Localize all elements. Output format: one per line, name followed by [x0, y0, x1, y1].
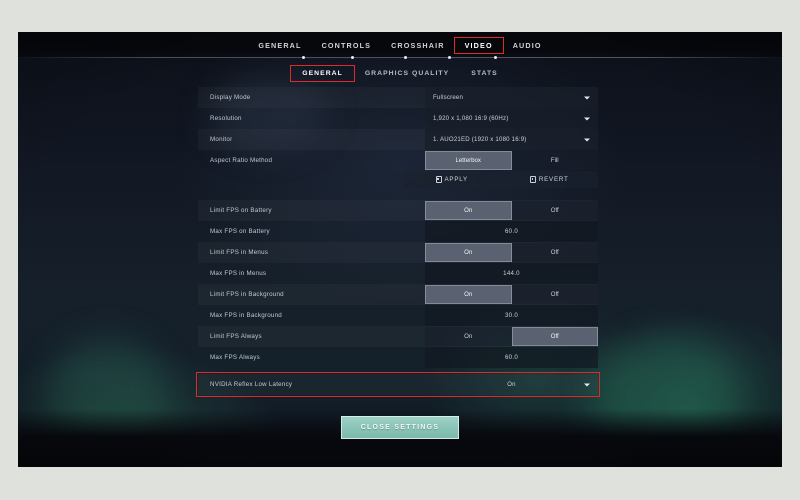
- aspect-ratio-method-label: Aspect Ratio Method: [210, 157, 273, 164]
- limit-fps-always-option-off[interactable]: Off: [511, 327, 598, 346]
- max-fps-always-value: 60.0: [504, 354, 519, 361]
- nav-tab-crosshair-label: CROSSHAIR: [391, 40, 445, 50]
- setting-row-aspect-ratio-method[interactable]: Aspect Ratio Method Letterbox Fill: [198, 150, 598, 171]
- close-settings-button[interactable]: CLOSE SETTINGS: [341, 416, 459, 439]
- sub-tab-general-label: GENERAL: [302, 69, 343, 77]
- max-fps-battery-label: Max FPS on Battery: [210, 228, 270, 235]
- setting-row-max-fps-menus[interactable]: Max FPS in Menus 144.0: [198, 263, 598, 284]
- max-fps-background-label: Max FPS in Background: [210, 312, 282, 319]
- chevron-down-icon: [584, 117, 590, 120]
- aspect-ratio-option-fill[interactable]: Fill: [511, 151, 598, 170]
- monitor-value: 1. AUO21ED (1920 x 1080 16:9): [433, 136, 527, 143]
- max-fps-menus-field[interactable]: 144.0: [425, 263, 598, 284]
- limit-fps-menus-option-off[interactable]: Off: [511, 243, 598, 262]
- limit-fps-menus-segmented: On Off: [425, 243, 598, 262]
- nvidia-reflex-dropdown[interactable]: On: [425, 374, 598, 395]
- max-fps-battery-field[interactable]: 60.0: [425, 221, 598, 242]
- setting-row-limit-fps-menus[interactable]: Limit FPS in Menus On Off: [198, 242, 598, 263]
- nav-dot-audio: [494, 55, 498, 59]
- setting-row-limit-fps-always[interactable]: Limit FPS Always On Off: [198, 326, 598, 347]
- limit-fps-battery-segmented: On Off: [425, 201, 598, 220]
- chevron-down-icon: [584, 383, 590, 386]
- limit-fps-menus-label: Limit FPS in Menus: [210, 249, 269, 256]
- sub-tab-graphics-quality-label: GRAPHICS QUALITY: [364, 69, 450, 77]
- monitor-label: Monitor: [210, 136, 233, 143]
- setting-row-display-mode[interactable]: Display Mode Fullscreen: [198, 87, 598, 108]
- display-mode-value: Fullscreen: [433, 94, 464, 101]
- max-fps-background-field[interactable]: 30.0: [425, 305, 598, 326]
- nav-tab-general-label: GENERAL: [258, 40, 302, 50]
- limit-fps-always-label: Limit FPS Always: [210, 333, 262, 340]
- close-settings-label: CLOSE SETTINGS: [360, 424, 440, 431]
- limit-fps-always-option-on[interactable]: On: [425, 327, 512, 346]
- setting-row-limit-fps-background[interactable]: Limit FPS in Background On Off: [198, 284, 598, 305]
- nav-dot-general: [302, 55, 306, 59]
- setting-row-monitor[interactable]: Monitor 1. AUO21ED (1920 x 1080 16:9): [198, 129, 598, 150]
- nav-tab-audio[interactable]: AUDIO: [503, 38, 552, 53]
- monitor-dropdown[interactable]: 1. AUO21ED (1920 x 1080 16:9): [425, 129, 598, 150]
- resolution-dropdown[interactable]: 1,920 x 1,080 16:9 (60Hz): [425, 108, 598, 129]
- aspect-ratio-method-segmented: Letterbox Fill: [425, 151, 598, 170]
- max-fps-menus-label: Max FPS in Menus: [210, 270, 267, 277]
- nav-tab-crosshair[interactable]: CROSSHAIR: [381, 38, 454, 53]
- limit-fps-background-segmented: On Off: [425, 285, 598, 304]
- sub-tab-general[interactable]: GENERAL: [290, 64, 355, 82]
- sub-tab-stats-label: STATS: [471, 69, 498, 77]
- limit-fps-battery-option-on[interactable]: On: [425, 201, 512, 220]
- sub-tab-graphics-quality[interactable]: GRAPHICS QUALITY: [354, 66, 460, 81]
- revert-button-label: REVERT: [538, 176, 569, 183]
- keycap-icon: [529, 176, 536, 183]
- max-fps-background-value: 30.0: [504, 312, 519, 319]
- sub-nav: GENERAL GRAPHICS QUALITY STATS: [18, 62, 782, 84]
- main-nav: GENERAL CONTROLS CROSSHAIR VIDEO AUDIO: [18, 32, 782, 58]
- max-fps-always-field[interactable]: 60.0: [425, 347, 598, 368]
- keycap-icon: [435, 176, 442, 183]
- setting-row-nvidia-reflex[interactable]: NVIDIA Reflex Low Latency On: [196, 372, 600, 397]
- setting-row-resolution[interactable]: Resolution 1,920 x 1,080 16:9 (60Hz): [198, 108, 598, 129]
- apply-button[interactable]: APPLY: [403, 171, 501, 188]
- limit-fps-background-option-off[interactable]: Off: [511, 285, 598, 304]
- apply-revert-row: APPLY REVERT: [403, 171, 598, 188]
- revert-button[interactable]: REVERT: [500, 171, 598, 188]
- nvidia-reflex-label: NVIDIA Reflex Low Latency: [210, 381, 293, 388]
- sub-tab-stats[interactable]: STATS: [460, 66, 509, 81]
- limit-fps-battery-label: Limit FPS on Battery: [210, 207, 272, 214]
- limit-fps-battery-option-off[interactable]: Off: [511, 201, 598, 220]
- resolution-label: Resolution: [210, 115, 242, 122]
- nav-tab-controls-label: CONTROLS: [321, 40, 372, 50]
- setting-row-max-fps-always[interactable]: Max FPS Always 60.0: [198, 347, 598, 368]
- aspect-ratio-option-letterbox[interactable]: Letterbox: [425, 151, 512, 170]
- nav-tab-video-label: VIDEO: [464, 40, 493, 50]
- nav-divider: [18, 57, 782, 58]
- display-mode-label: Display Mode: [210, 94, 251, 101]
- chevron-down-icon: [584, 96, 590, 99]
- limit-fps-menus-option-on[interactable]: On: [425, 243, 512, 262]
- nvidia-reflex-value: On: [507, 381, 516, 388]
- limit-fps-always-segmented: On Off: [425, 327, 598, 346]
- nav-dot-controls: [351, 55, 355, 59]
- display-mode-dropdown[interactable]: Fullscreen: [425, 87, 598, 108]
- settings-panel: Display Mode Fullscreen Resolution 1,920…: [196, 87, 600, 397]
- limit-fps-background-option-on[interactable]: On: [425, 285, 512, 304]
- nav-tab-video[interactable]: VIDEO: [453, 36, 504, 54]
- nav-dot-video: [448, 55, 452, 59]
- game-settings-screen: GENERAL CONTROLS CROSSHAIR VIDEO AUDIO G…: [18, 32, 782, 467]
- limit-fps-background-label: Limit FPS in Background: [210, 291, 284, 298]
- resolution-value: 1,920 x 1,080 16:9 (60Hz): [433, 115, 509, 122]
- nav-dot-crosshair: [404, 55, 408, 59]
- footer: CLOSE SETTINGS: [18, 416, 782, 439]
- max-fps-battery-value: 60.0: [504, 228, 519, 235]
- setting-row-max-fps-background[interactable]: Max FPS in Background 30.0: [198, 305, 598, 326]
- setting-row-limit-fps-battery[interactable]: Limit FPS on Battery On Off: [198, 200, 598, 221]
- max-fps-menus-value: 144.0: [503, 270, 520, 277]
- nav-tab-controls[interactable]: CONTROLS: [312, 38, 382, 53]
- setting-row-max-fps-battery[interactable]: Max FPS on Battery 60.0: [198, 221, 598, 242]
- max-fps-always-label: Max FPS Always: [210, 354, 260, 361]
- chevron-down-icon: [584, 138, 590, 141]
- page-root: GENERAL CONTROLS CROSSHAIR VIDEO AUDIO G…: [0, 0, 800, 500]
- apply-button-label: APPLY: [444, 176, 468, 183]
- nav-tab-general[interactable]: GENERAL: [248, 38, 311, 53]
- nav-tab-audio-label: AUDIO: [512, 40, 542, 50]
